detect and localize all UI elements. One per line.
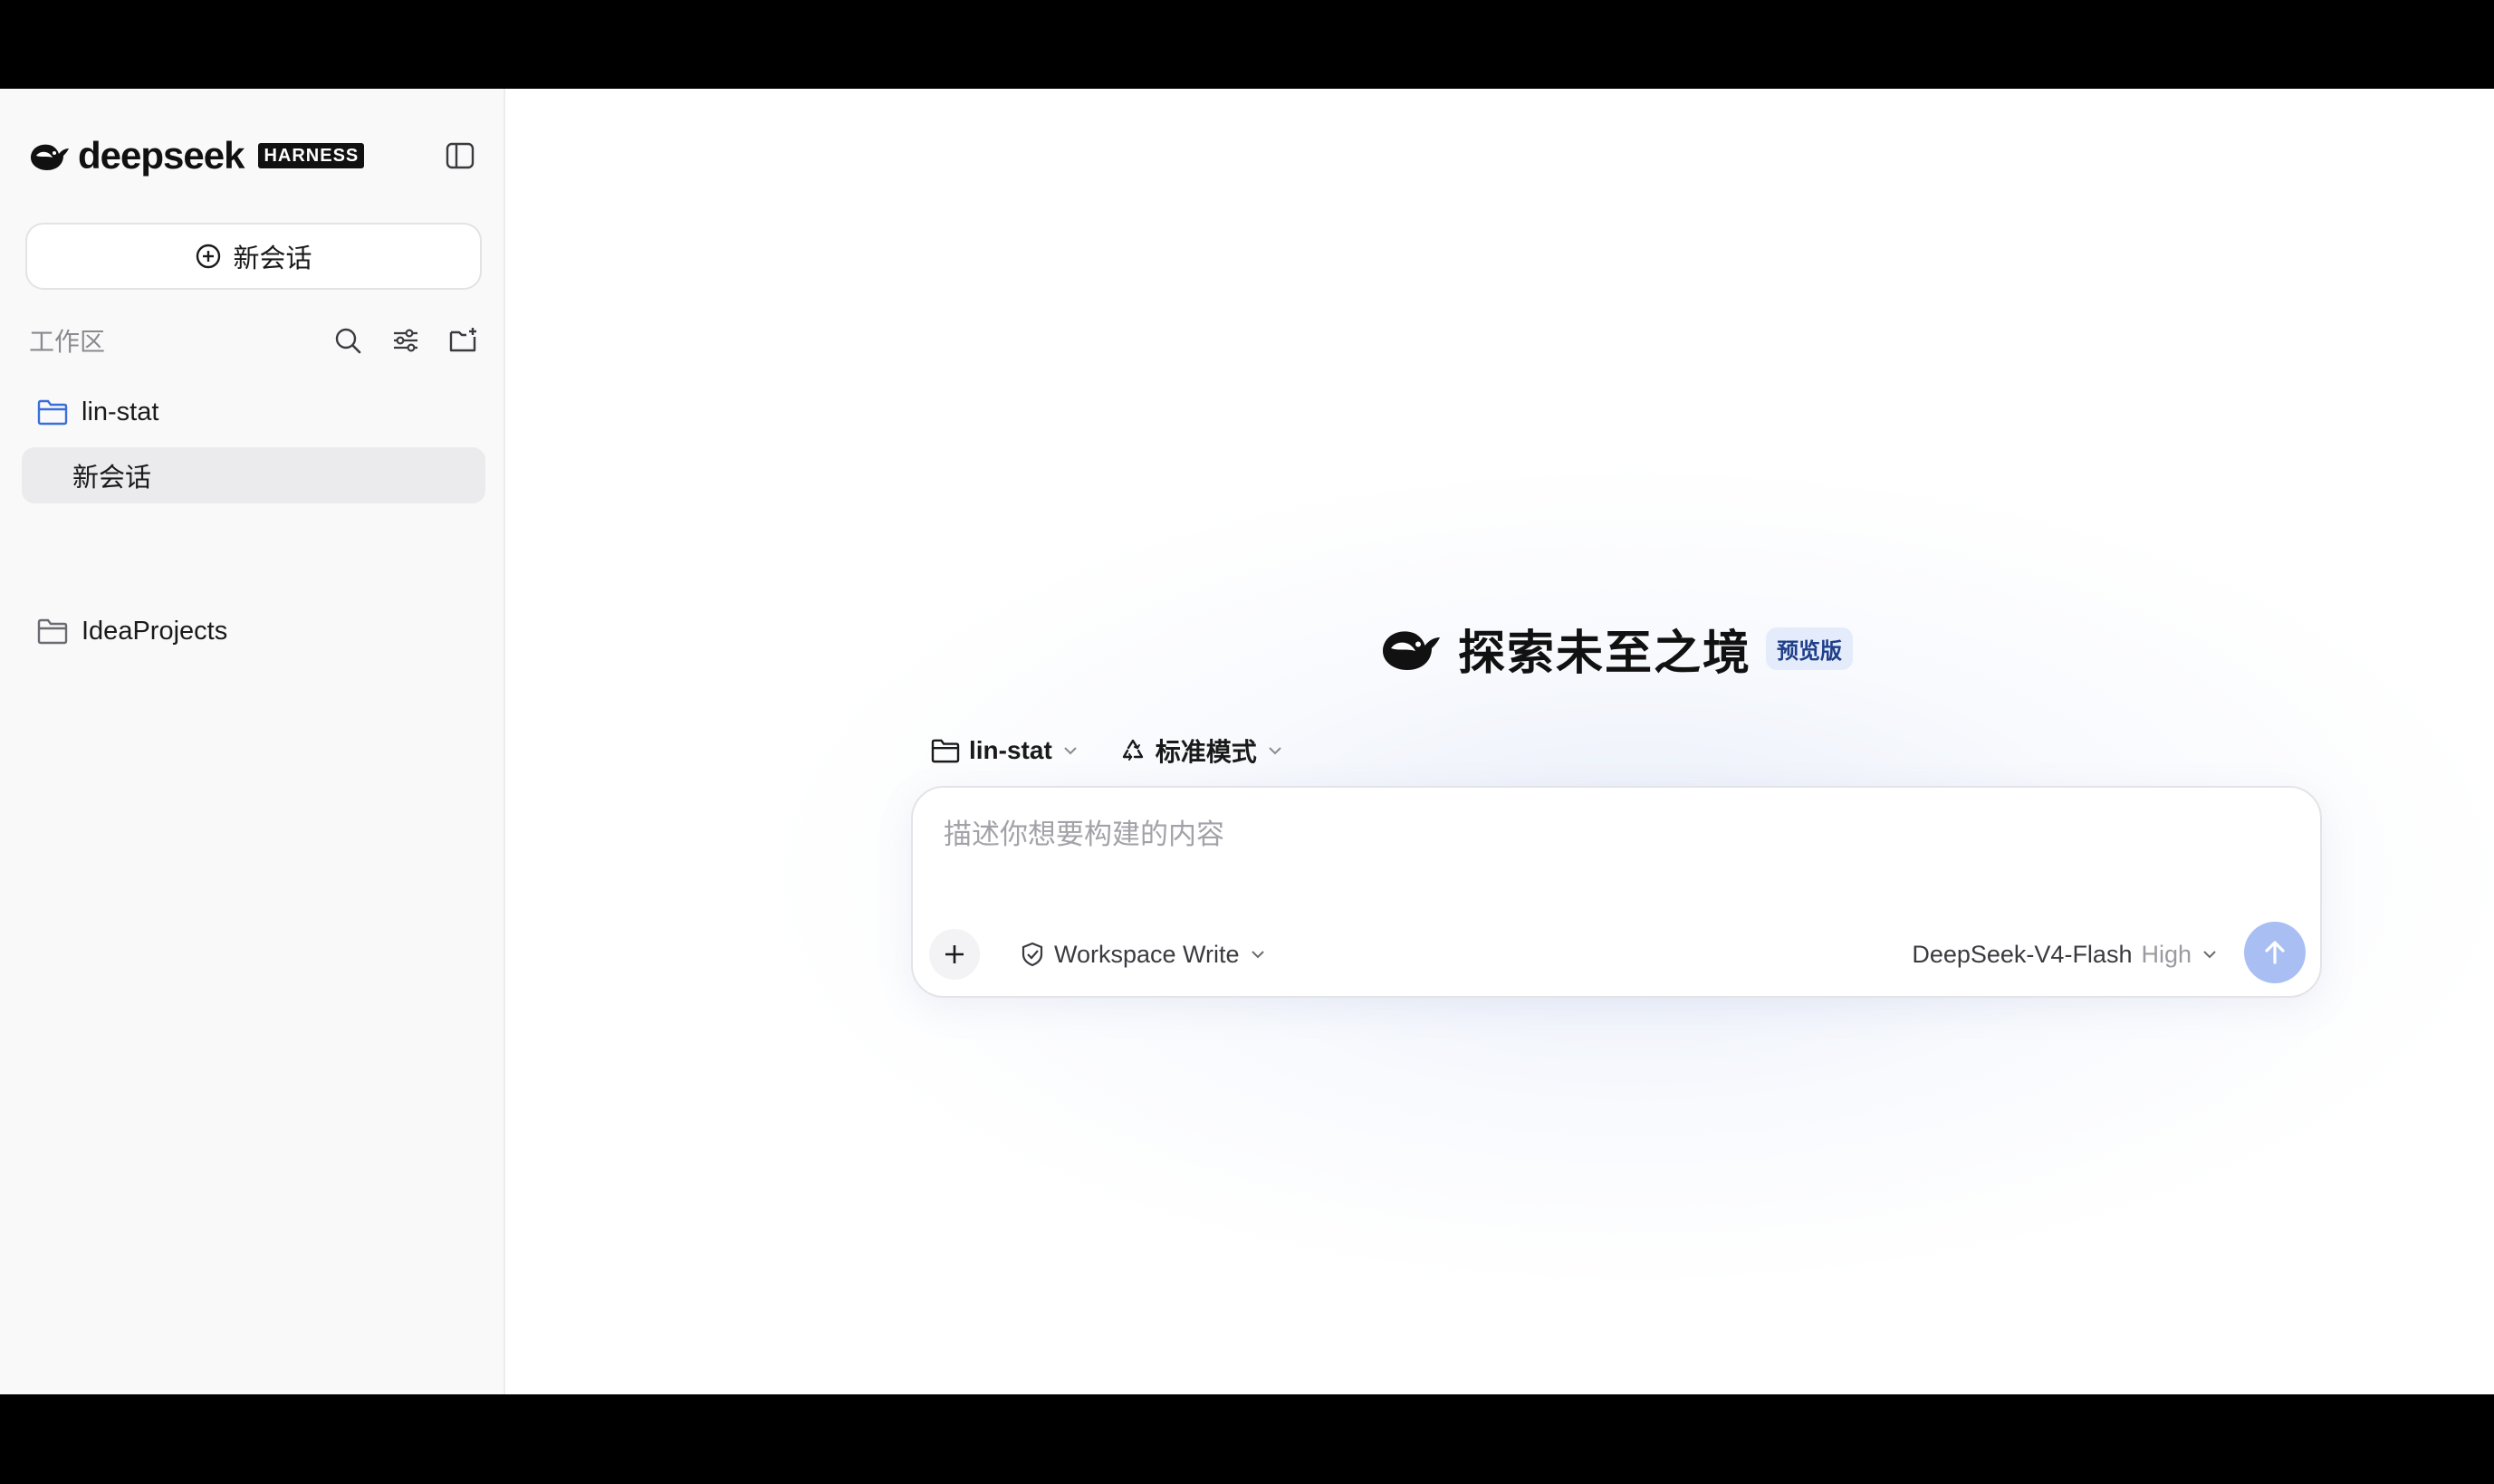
sidebar-toggle-icon [446,142,475,169]
model-selector[interactable]: DeepSeek-V4-Flash High [1912,934,2219,974]
chevron-down-icon [1251,951,1264,959]
folder-plus-icon [449,328,476,352]
main-panel: 探索未至之境 预览版 lin-stat 标准模式 描述你想要构建的内容 Work… [505,89,2494,1394]
chat-label: 新会话 [72,464,152,493]
permission-selector[interactable]: Workspace Write [1020,934,1267,974]
folder-icon [37,399,68,426]
brand-badge: HARNESS [258,143,365,168]
plus-circle-icon [197,244,221,269]
workspace-label: lin-stat [82,397,159,426]
brand-name: deepseek [78,134,245,177]
mode-selector[interactable]: 标准模式 [1119,732,1284,769]
send-button[interactable] [2244,922,2306,983]
workspace-section-header: 工作区 [29,322,482,359]
model-level: High [2141,940,2192,968]
search-icon [335,328,361,354]
project-selector[interactable]: lin-stat [931,736,1079,765]
whale-logo-icon [31,144,69,170]
context-selectors: lin-stat 标准模式 [931,728,1284,773]
whale-logo-icon [1383,631,1440,670]
recycle-icon [1122,739,1143,761]
workspace-item-lin-stat[interactable]: lin-stat [22,384,485,440]
sidebar-toggle-button[interactable] [442,138,478,174]
model-name: DeepSeek-V4-Flash [1912,940,2133,968]
permission-label: Workspace Write [1054,940,1240,968]
hero-heading: 探索未至之境 预览版 [1376,616,1854,681]
app-window: deepseek HARNESS 新会话 工作区 lin-stat 新会话 Id… [0,89,2494,1394]
chat-item[interactable]: 新会话 [22,447,485,503]
folder-icon [37,618,68,645]
chevron-down-icon [2203,951,2216,959]
new-folder-button[interactable] [446,322,482,359]
workspace-tools [330,322,482,359]
workspace-label: IdeaProjects [82,616,228,646]
chevron-down-icon [1269,747,1281,755]
arrow-up-icon [2265,941,2285,964]
attach-button[interactable] [929,929,980,980]
chevron-down-icon [1064,747,1077,755]
folder-icon [931,739,960,763]
new-chat-label: 新会话 [233,244,312,273]
search-button[interactable] [330,322,366,359]
workspace-section-label: 工作区 [29,328,106,356]
mode-selector-label: 标准模式 [1155,738,1257,766]
sidebar: deepseek HARNESS 新会话 工作区 lin-stat 新会话 Id… [0,89,505,1394]
filter-button[interactable] [388,322,424,359]
hero-title: 探索未至之境 [1458,627,1752,680]
prompt-input[interactable] [942,811,2286,858]
sliders-icon [394,329,417,352]
new-chat-button[interactable]: 新会话 [25,223,482,290]
brand-logo: deepseek HARNESS [27,134,365,177]
plus-icon [945,945,964,963]
project-selector-label: lin-stat [969,736,1052,764]
workspace-item-ideaprojects[interactable]: IdeaProjects [22,603,485,659]
shield-check-icon [1022,942,1043,967]
prompt-composer: Workspace Write DeepSeek-V4-Flash High [911,786,2322,998]
preview-badge: 预览版 [1766,627,1854,670]
